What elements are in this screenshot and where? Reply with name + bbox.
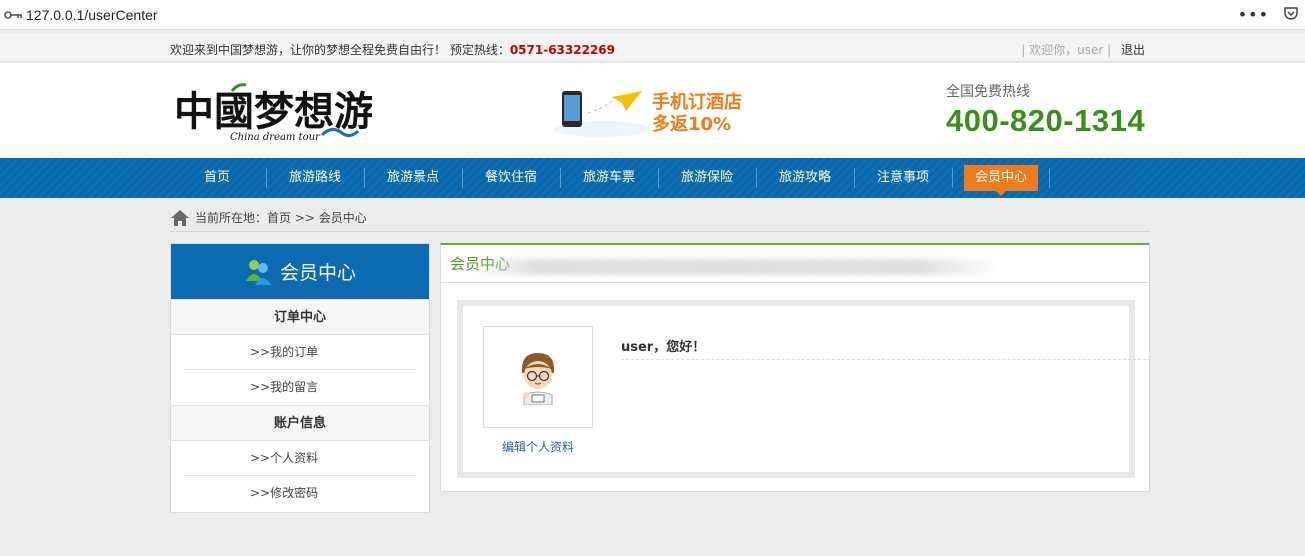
nav-item-guides[interactable]: 旅游攻略 xyxy=(756,158,854,198)
avatar[interactable] xyxy=(483,326,593,428)
sidebar-link-my-messages[interactable]: >>我的留言 xyxy=(184,370,416,405)
nav-label: 餐饮住宿 xyxy=(484,170,537,185)
greeting-divider xyxy=(621,359,1151,360)
nav-item-dining-lodging[interactable]: 餐饮住宿 xyxy=(462,158,560,198)
users-icon xyxy=(245,259,271,285)
nav-label: 旅游攻略 xyxy=(778,170,831,185)
breadcrumb: 当前所在地：首页 >> 会员中心 xyxy=(170,204,1150,232)
user-greeting: | 欢迎你，user | xyxy=(1021,43,1112,57)
phone-plane-icon xyxy=(554,91,650,137)
site-header: 中國梦想游 China dream tour 手机订酒店 多返10% 全国免费热… xyxy=(0,63,1305,158)
booking-hotline: 0571-63322269 xyxy=(509,43,616,57)
page-actions-menu-icon[interactable]: ••• xyxy=(1238,5,1269,24)
nav-item-member-center[interactable]: 会员中心 xyxy=(952,158,1050,198)
pocket-icon[interactable] xyxy=(1283,5,1299,24)
logo-en-text: China dream tour xyxy=(230,132,321,143)
nav-label: 会员中心 xyxy=(963,165,1038,196)
sidebar-title: 会员中心 xyxy=(279,262,356,284)
sidebar-group-orders: 订单中心 xyxy=(171,299,429,335)
sidebar-header: 会员中心 xyxy=(171,244,429,299)
nav-label: 旅游保险 xyxy=(680,170,733,185)
logout-link[interactable]: 退出 xyxy=(1121,43,1145,57)
main-nav: 首页 旅游路线 旅游景点 餐饮住宿 旅游车票 旅游保险 旅游攻略 注意事项 会员… xyxy=(0,158,1305,198)
browser-address-bar[interactable]: 127.0.0.1/userCenter ••• xyxy=(0,0,1305,30)
nav-divider xyxy=(1049,168,1050,188)
free-hotline: 全国免费热线 400-820-1314 xyxy=(946,81,1145,139)
hotline-label: 全国免费热线 xyxy=(946,84,1030,100)
nav-item-insurance[interactable]: 旅游保险 xyxy=(658,158,756,198)
logo-cn-text: 中國梦想游 xyxy=(174,88,372,135)
nav-label: 旅游车票 xyxy=(582,170,635,185)
promo-line-2: 多返10% xyxy=(652,114,732,135)
member-sidebar: 会员中心 订单中心 >>我的订单 >>我的留言 账户信息 >>个人资料 >>修改… xyxy=(170,243,430,513)
nav-item-home[interactable]: 首页 xyxy=(168,158,266,198)
welcome-text: 欢迎来到中国梦想游，让你的梦想全程免费自由行！ 预定热线： xyxy=(170,43,510,57)
main-title: 会员中心 xyxy=(441,245,1149,283)
top-info-bar: 欢迎来到中国梦想游，让你的梦想全程免费自由行！ 预定热线：0571-633222… xyxy=(0,34,1305,62)
welcome-message: 欢迎来到中国梦想游，让你的梦想全程免费自由行！ 预定热线：0571-633222… xyxy=(170,41,615,58)
sidebar-link-change-password[interactable]: >>修改密码 xyxy=(184,476,416,511)
main-panel: 会员中心 编辑个人资料 user，您好！ xyxy=(440,243,1151,492)
sidebar-link-profile[interactable]: >>个人资料 xyxy=(184,441,416,476)
site-logo[interactable]: 中國梦想游 China dream tour xyxy=(172,77,374,147)
nav-label: 注意事项 xyxy=(876,170,929,185)
user-area: | 欢迎你，user | 退出 xyxy=(1021,41,1145,58)
blurred-region xyxy=(471,259,1001,275)
nav-label: 旅游路线 xyxy=(288,170,341,185)
edit-profile-link[interactable]: 编辑个人资料 xyxy=(483,438,593,455)
mobile-hotel-promo[interactable]: 手机订酒店 多返10% xyxy=(552,87,752,139)
profile-box: 编辑个人资料 user，您好！ xyxy=(457,300,1151,478)
nav-item-attractions[interactable]: 旅游景点 xyxy=(364,158,462,198)
nav-item-notices[interactable]: 注意事项 xyxy=(854,158,952,198)
hotline-number: 400-820-1314 xyxy=(946,103,1146,138)
nav-label: 首页 xyxy=(203,170,230,185)
breadcrumb-text: 当前所在地：首页 >> 会员中心 xyxy=(195,211,367,225)
key-icon xyxy=(4,10,26,20)
promo-line-1: 手机订酒店 xyxy=(652,92,742,113)
avatar-cartoon-icon xyxy=(522,353,554,405)
home-icon xyxy=(171,209,189,226)
sidebar-group-account: 账户信息 xyxy=(171,405,429,441)
sidebar-link-my-orders[interactable]: >>我的订单 xyxy=(184,335,416,370)
url-text[interactable]: 127.0.0.1/userCenter xyxy=(26,7,158,23)
user-greeting-heading: user，您好！ xyxy=(621,340,706,355)
nav-item-tickets[interactable]: 旅游车票 xyxy=(560,158,658,198)
nav-label: 旅游景点 xyxy=(386,170,439,185)
promo-text: 手机订酒店 多返10% xyxy=(652,92,742,136)
nav-item-routes[interactable]: 旅游路线 xyxy=(266,158,364,198)
